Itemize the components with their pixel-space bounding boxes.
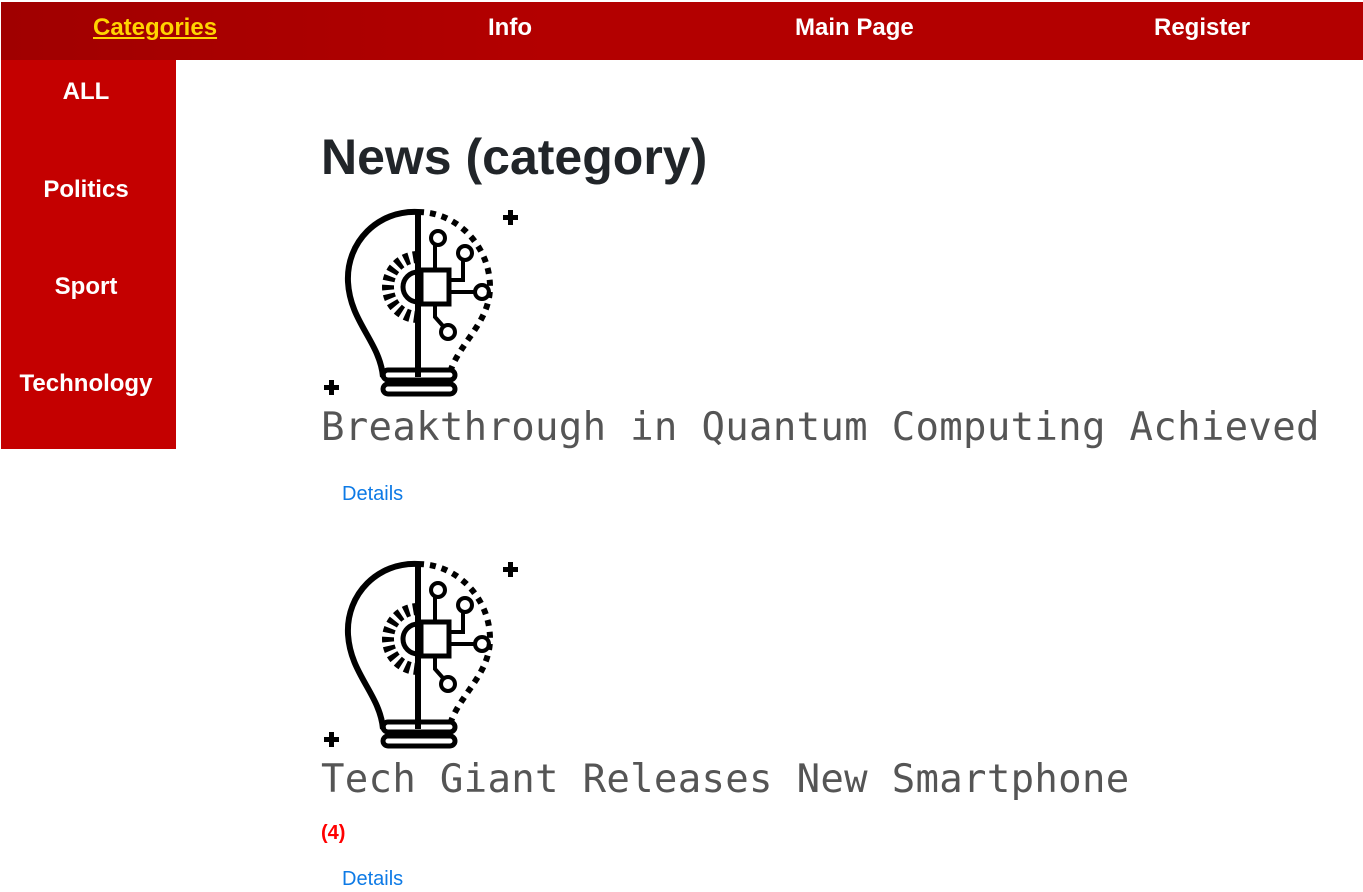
sidebar-item-technology[interactable]: Technology: [1, 370, 171, 398]
nav-link-register[interactable]: Register: [1154, 2, 1250, 60]
news-title: Tech Giant Releases New Smartphone: [321, 757, 1130, 802]
page-title: News (category): [321, 129, 708, 185]
lightbulb-chip-icon: [318, 202, 528, 402]
nav-link-info[interactable]: Info: [488, 2, 532, 60]
news-title: Breakthrough in Quantum Computing Achiev…: [321, 405, 1320, 450]
category-sidebar: ALL Politics Sport Technology: [1, 60, 176, 449]
sidebar-item-sport[interactable]: Sport: [1, 273, 171, 301]
comment-count-badge: (4): [321, 822, 346, 844]
details-link[interactable]: Details: [342, 483, 403, 506]
sidebar-item-politics[interactable]: Politics: [1, 176, 171, 204]
details-link[interactable]: Details: [342, 868, 403, 891]
sidebar-item-all[interactable]: ALL: [1, 78, 171, 106]
top-navigation: Categories Info Main Page Register: [1, 2, 1363, 60]
lightbulb-chip-icon: [318, 554, 528, 754]
nav-link-categories[interactable]: Categories: [93, 2, 217, 60]
nav-link-main-page[interactable]: Main Page: [795, 2, 914, 60]
